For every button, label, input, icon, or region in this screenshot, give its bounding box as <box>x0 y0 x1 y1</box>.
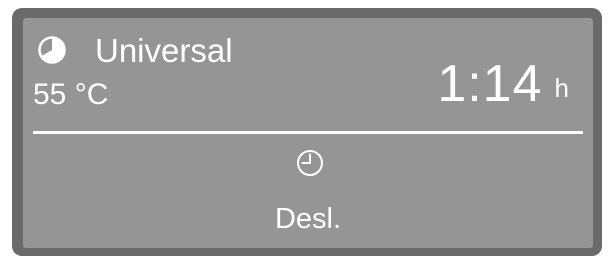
remaining-time-value: 1:14 <box>437 55 543 113</box>
program-progress-icon <box>37 35 67 65</box>
temperature-readout: 55 °C <box>33 78 109 111</box>
remaining-time: 1:14 h <box>437 56 569 112</box>
control-display-screen: Universal 55 °C 1:14 h Desl. <box>23 18 593 248</box>
remaining-time-unit: h <box>554 73 569 103</box>
program-name: Universal <box>95 32 233 69</box>
delay-start-status: Desl. <box>274 203 342 235</box>
divider <box>33 131 583 134</box>
clock-icon <box>295 148 325 178</box>
